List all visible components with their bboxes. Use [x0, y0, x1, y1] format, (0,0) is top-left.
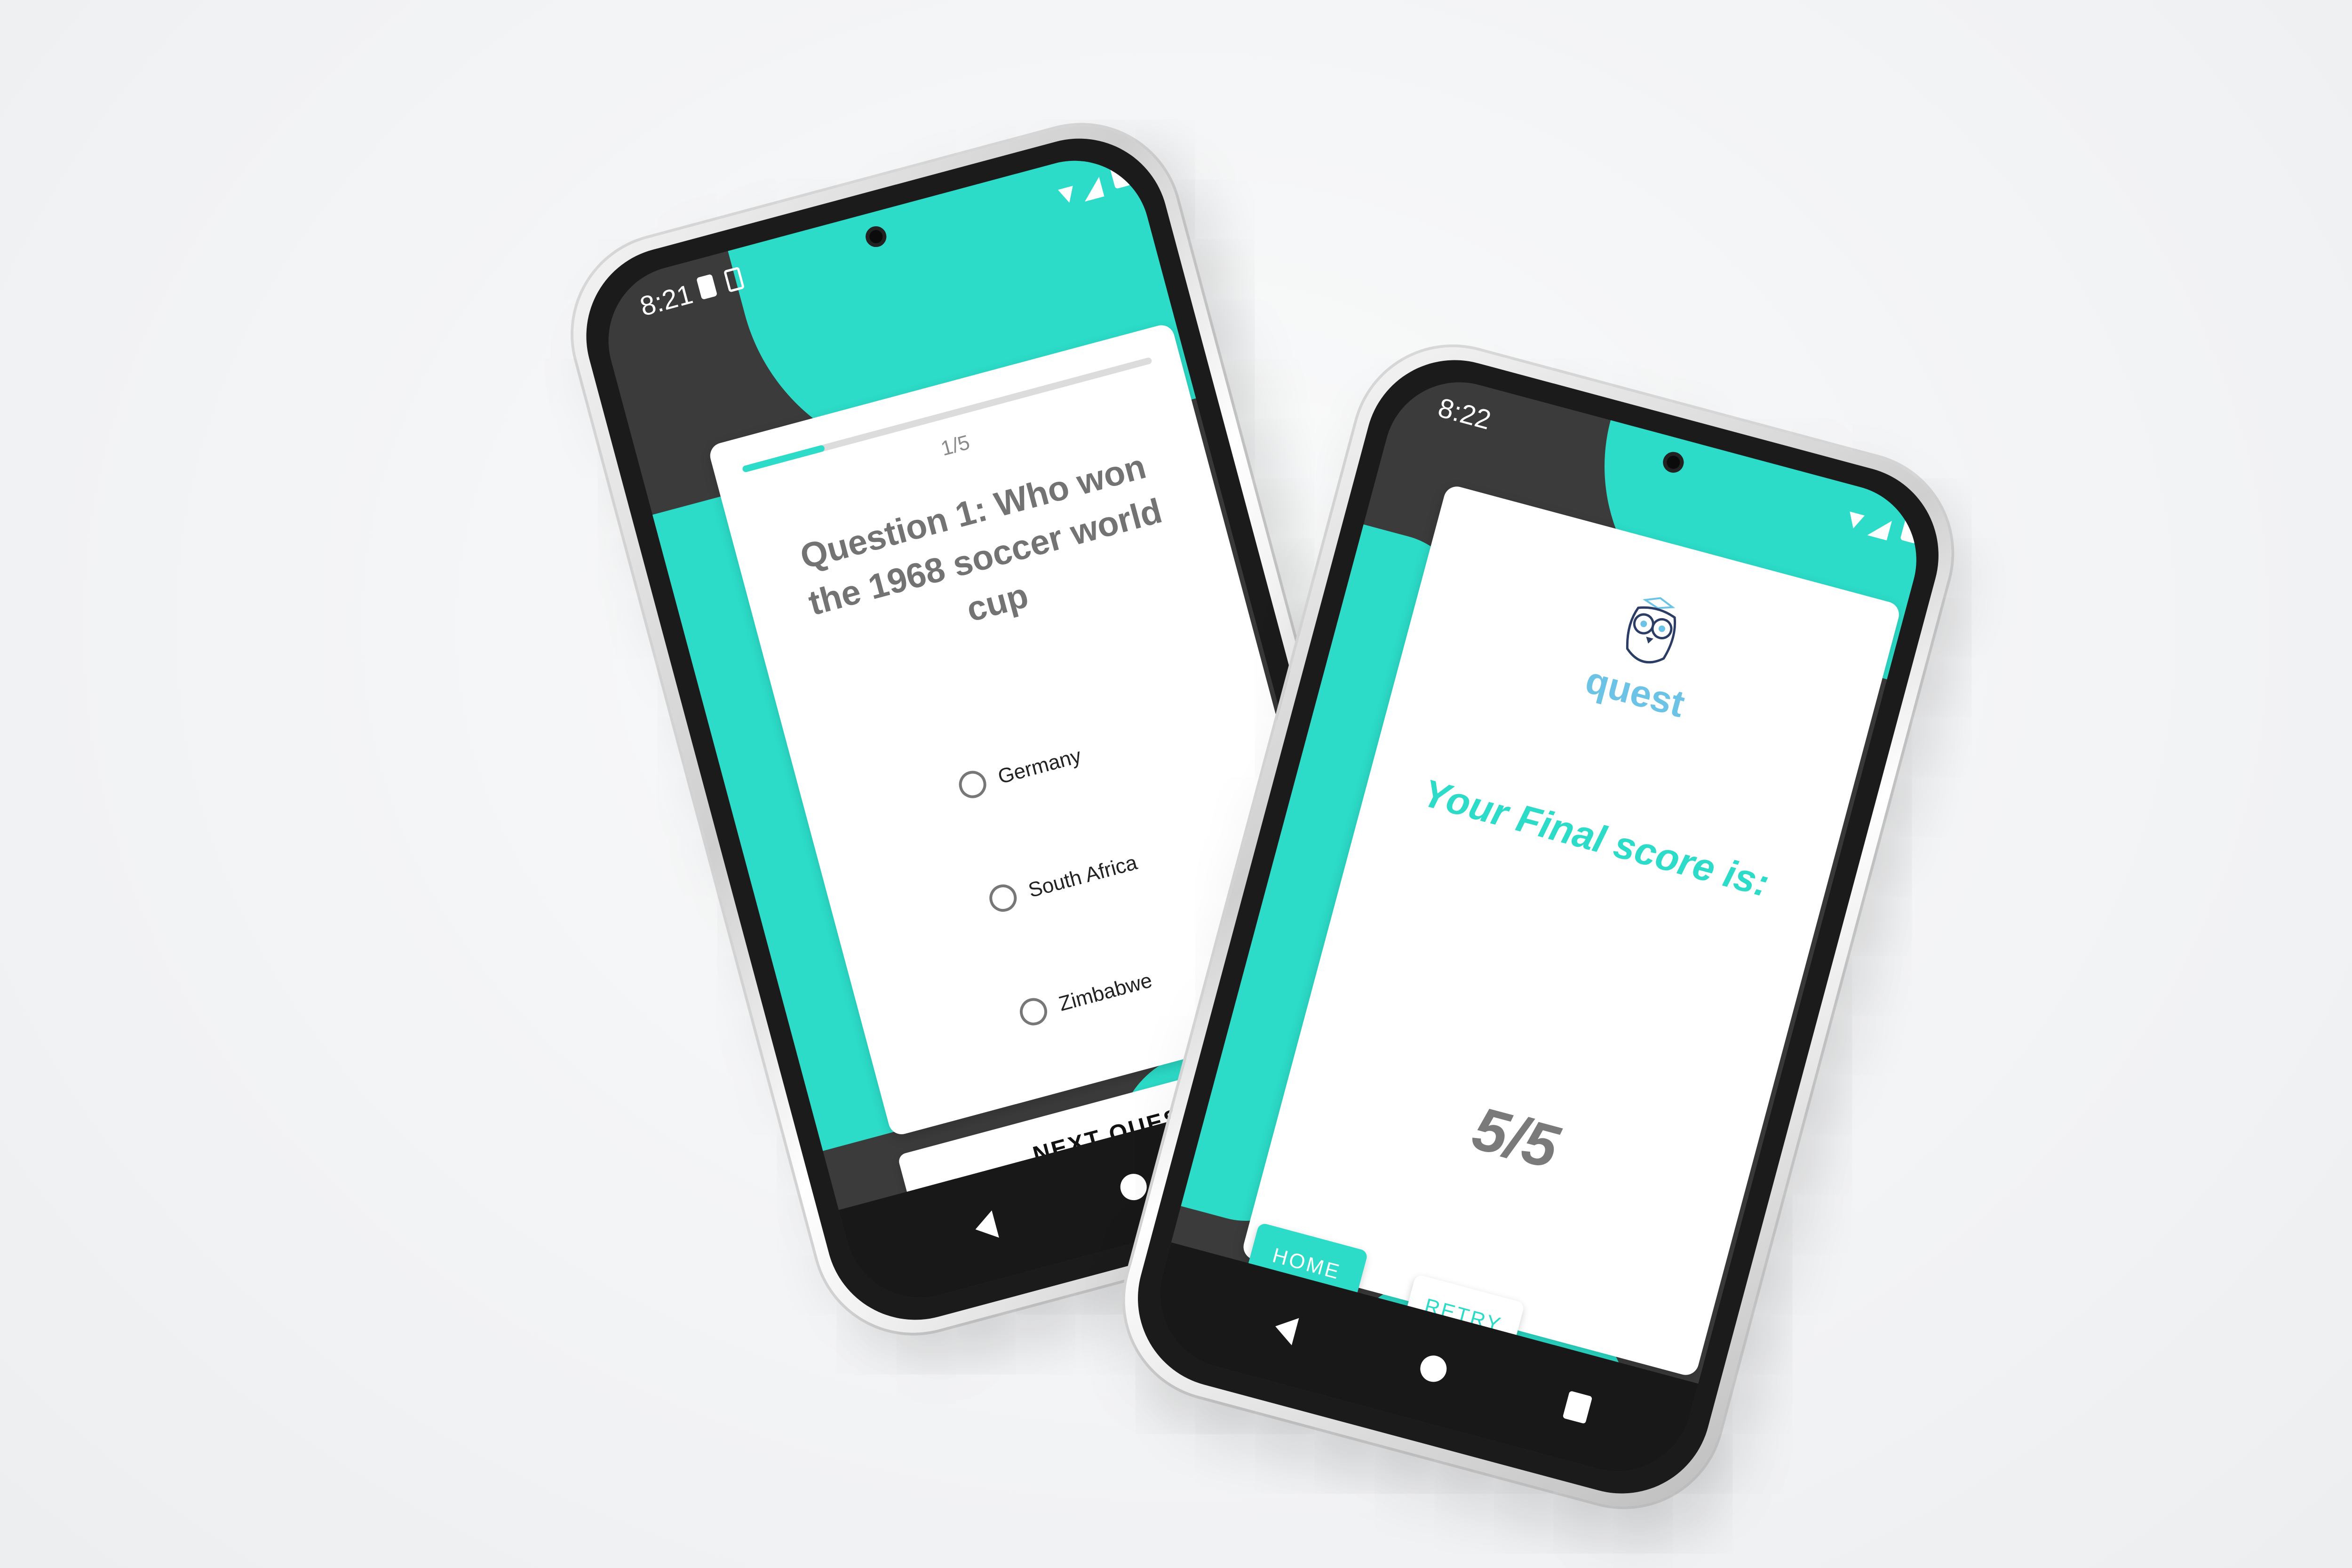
final-score-label: Your Final score is:: [1418, 771, 1774, 905]
answer-option[interactable]: South Africa: [985, 844, 1142, 920]
mockup-scene: 8:21 ▼ ◢ 1/5 Question 1: Who won the 196…: [0, 0, 2352, 1568]
home-icon[interactable]: [1417, 1353, 1450, 1385]
status-time: 8:22: [1435, 392, 1494, 436]
front-camera: [863, 224, 889, 249]
radio-button[interactable]: [1017, 995, 1050, 1029]
status-time: 8:21: [636, 279, 696, 322]
back-icon[interactable]: [971, 1210, 999, 1243]
sim-card-icon: [696, 274, 718, 300]
back-icon[interactable]: [1271, 1313, 1299, 1345]
notification-icon: [723, 266, 745, 293]
battery-icon: [1900, 517, 1922, 544]
home-icon[interactable]: [1117, 1170, 1150, 1203]
answer-option[interactable]: Zimbabwe: [1016, 962, 1157, 1034]
battery-icon: [1109, 163, 1131, 189]
answer-option[interactable]: Germany: [954, 737, 1086, 806]
radio-button[interactable]: [956, 768, 990, 802]
recent-apps-icon[interactable]: [1562, 1390, 1593, 1424]
answer-label: Germany: [995, 744, 1084, 788]
radio-button[interactable]: [986, 881, 1020, 915]
final-score-value: 5/5: [1466, 1093, 1566, 1182]
front-camera: [1661, 449, 1686, 475]
answer-label: South Africa: [1025, 851, 1140, 902]
answer-label: Zimbabwe: [1056, 969, 1155, 1016]
wifi-icon: ▼: [1050, 175, 1083, 211]
wifi-icon: ▼: [1839, 501, 1872, 537]
progress-fill: [741, 444, 826, 473]
